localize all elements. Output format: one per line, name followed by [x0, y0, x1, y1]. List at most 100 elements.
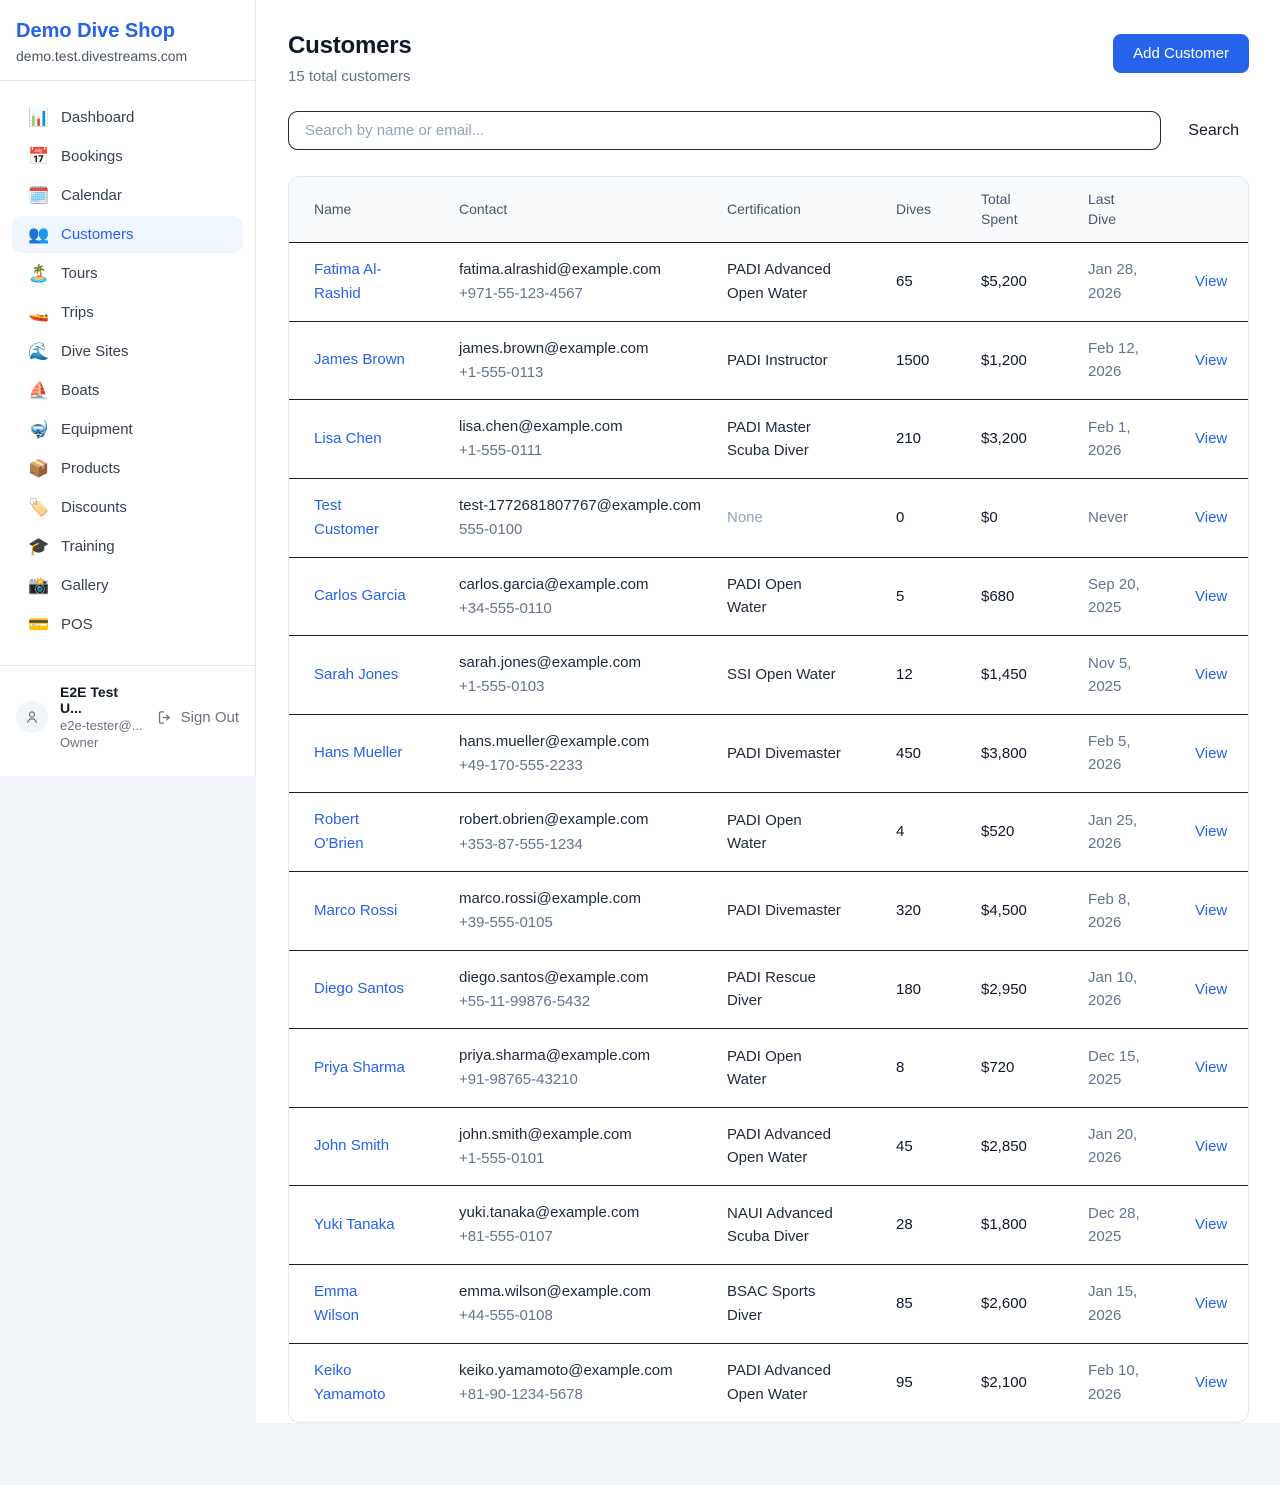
customer-name-link[interactable]: Marco Rossi: [314, 899, 397, 923]
view-link[interactable]: View: [1195, 1138, 1227, 1155]
view-link[interactable]: View: [1195, 1216, 1227, 1233]
add-customer-button[interactable]: Add Customer: [1113, 34, 1249, 73]
sidebar-item-discounts[interactable]: 🏷️ Discounts: [12, 489, 243, 526]
customer-dives: 12: [884, 636, 969, 715]
customer-phone: +1-555-0103: [459, 675, 703, 698]
column-header-contact: Contact: [447, 177, 715, 242]
sidebar-item-bookings[interactable]: 📅 Bookings: [12, 138, 243, 175]
search-button[interactable]: Search: [1186, 118, 1249, 144]
customer-name-link[interactable]: Priya Sharma: [314, 1056, 405, 1080]
sidebar-item-label: Tours: [61, 265, 98, 282]
customer-total-spent: $4,500: [969, 872, 1076, 951]
sidebar-item-gallery[interactable]: 📸 Gallery: [12, 567, 243, 604]
table-row: Sarah Jones sarah.jones@example.com +1-5…: [289, 636, 1248, 715]
avatar: [16, 701, 48, 733]
column-header-total-spent: Total Spent: [969, 177, 1076, 242]
search-input[interactable]: [288, 111, 1161, 150]
column-header-certification: Certification: [715, 177, 884, 242]
calendar-icon: 🗓️: [28, 187, 48, 204]
sidebar-item-tours[interactable]: 🏝️ Tours: [12, 255, 243, 292]
customer-count: 15 total customers: [288, 68, 412, 85]
customer-name-link[interactable]: Lisa Chen: [314, 427, 382, 451]
shop-name-link[interactable]: Demo Dive Shop: [16, 20, 239, 43]
view-link[interactable]: View: [1195, 1059, 1227, 1076]
dive-sites-icon: 🌊: [28, 343, 48, 360]
gallery-icon: 📸: [28, 577, 48, 594]
customer-certification: PADI Instructor: [727, 349, 828, 372]
customer-dives: 210: [884, 400, 969, 479]
table-header-row: NameContactCertificationDivesTotal Spent…: [289, 177, 1248, 242]
search-bar: Search: [288, 111, 1249, 150]
customer-certification: PADI Divemaster: [727, 899, 841, 922]
customer-name-link[interactable]: Yuki Tanaka: [314, 1213, 395, 1237]
equipment-icon: 🤿: [28, 421, 48, 438]
customer-phone: +39-555-0105: [459, 911, 703, 934]
customer-name-link[interactable]: Diego Santos: [314, 977, 404, 1001]
customer-name-link[interactable]: James Brown: [314, 348, 405, 372]
sidebar-item-dashboard[interactable]: 📊 Dashboard: [12, 99, 243, 136]
sidebar-item-products[interactable]: 📦 Products: [12, 450, 243, 487]
view-link[interactable]: View: [1195, 509, 1227, 526]
customer-certification: PADI Advanced Open Water: [727, 258, 842, 305]
customer-name-link[interactable]: Keiko Yamamoto: [314, 1359, 406, 1407]
sidebar-item-training[interactable]: 🎓 Training: [12, 528, 243, 565]
customer-last-dive: Jan 20, 2026: [1088, 1123, 1144, 1170]
sidebar-item-label: Trips: [61, 304, 94, 321]
customer-last-dive: Nov 5, 2025: [1088, 652, 1144, 699]
customer-total-spent: $2,600: [969, 1264, 1076, 1343]
customer-email: yuki.tanaka@example.com: [459, 1201, 703, 1224]
sidebar-item-label: Boats: [61, 382, 99, 399]
sidebar-item-boats[interactable]: ⛵ Boats: [12, 372, 243, 409]
customer-email: emma.wilson@example.com: [459, 1280, 703, 1303]
view-link[interactable]: View: [1195, 666, 1227, 683]
customer-phone: +1-555-0101: [459, 1147, 703, 1170]
customer-name-link[interactable]: Carlos Garcia: [314, 584, 406, 608]
customer-name-link[interactable]: Emma Wilson: [314, 1280, 406, 1328]
sidebar-item-calendar[interactable]: 🗓️ Calendar: [12, 177, 243, 214]
view-link[interactable]: View: [1195, 1374, 1227, 1391]
customer-total-spent: $0: [969, 478, 1076, 557]
view-link[interactable]: View: [1195, 352, 1227, 369]
column-header-actions: [1183, 177, 1248, 242]
sidebar-item-equipment[interactable]: 🤿 Equipment: [12, 411, 243, 448]
view-link[interactable]: View: [1195, 1295, 1227, 1312]
sidebar-item-dive-sites[interactable]: 🌊 Dive Sites: [12, 333, 243, 370]
customer-total-spent: $3,800: [969, 714, 1076, 793]
sign-out-button[interactable]: Sign Out: [156, 709, 239, 726]
customer-dives: 28: [884, 1186, 969, 1265]
customer-phone: +353-87-555-1234: [459, 833, 703, 856]
sidebar-item-pos[interactable]: 💳 POS: [12, 606, 243, 643]
customer-total-spent: $680: [969, 557, 1076, 636]
sidebar-item-label: Dashboard: [61, 109, 134, 126]
customer-name-link[interactable]: Fatima Al-Rashid: [314, 258, 406, 306]
table-row: Priya Sharma priya.sharma@example.com +9…: [289, 1029, 1248, 1108]
customer-last-dive: Jan 10, 2026: [1088, 966, 1144, 1013]
customer-last-dive: Feb 1, 2026: [1088, 416, 1144, 463]
customer-name-link[interactable]: Sarah Jones: [314, 663, 398, 687]
customers-table: NameContactCertificationDivesTotal Spent…: [289, 177, 1248, 1422]
view-link[interactable]: View: [1195, 823, 1227, 840]
view-link[interactable]: View: [1195, 902, 1227, 919]
sidebar-item-customers[interactable]: 👥 Customers: [12, 216, 243, 253]
trips-icon: 🚤: [28, 304, 48, 321]
sidebar-nav: 📊 Dashboard 📅 Bookings 🗓️ Calendar 👥 Cus…: [0, 81, 255, 653]
bookings-icon: 📅: [28, 148, 48, 165]
user-role: Owner: [60, 735, 144, 750]
view-link[interactable]: View: [1195, 430, 1227, 447]
customer-email: test-1772681807767@example.com: [459, 494, 703, 517]
view-link[interactable]: View: [1195, 273, 1227, 290]
table-row: Marco Rossi marco.rossi@example.com +39-…: [289, 872, 1248, 951]
customer-dives: 65: [884, 242, 969, 321]
sidebar-item-trips[interactable]: 🚤 Trips: [12, 294, 243, 331]
customer-phone: +91-98765-43210: [459, 1068, 703, 1091]
customer-certification: PADI Rescue Diver: [727, 966, 842, 1013]
customer-name-link[interactable]: Test Customer: [314, 494, 406, 542]
customer-phone: +1-555-0111: [459, 439, 703, 462]
view-link[interactable]: View: [1195, 981, 1227, 998]
customer-name-link[interactable]: Robert O'Brien: [314, 808, 406, 856]
customer-name-link[interactable]: John Smith: [314, 1134, 389, 1158]
customer-name-link[interactable]: Hans Mueller: [314, 741, 402, 765]
view-link[interactable]: View: [1195, 588, 1227, 605]
view-link[interactable]: View: [1195, 745, 1227, 762]
customer-email: hans.mueller@example.com: [459, 730, 703, 753]
